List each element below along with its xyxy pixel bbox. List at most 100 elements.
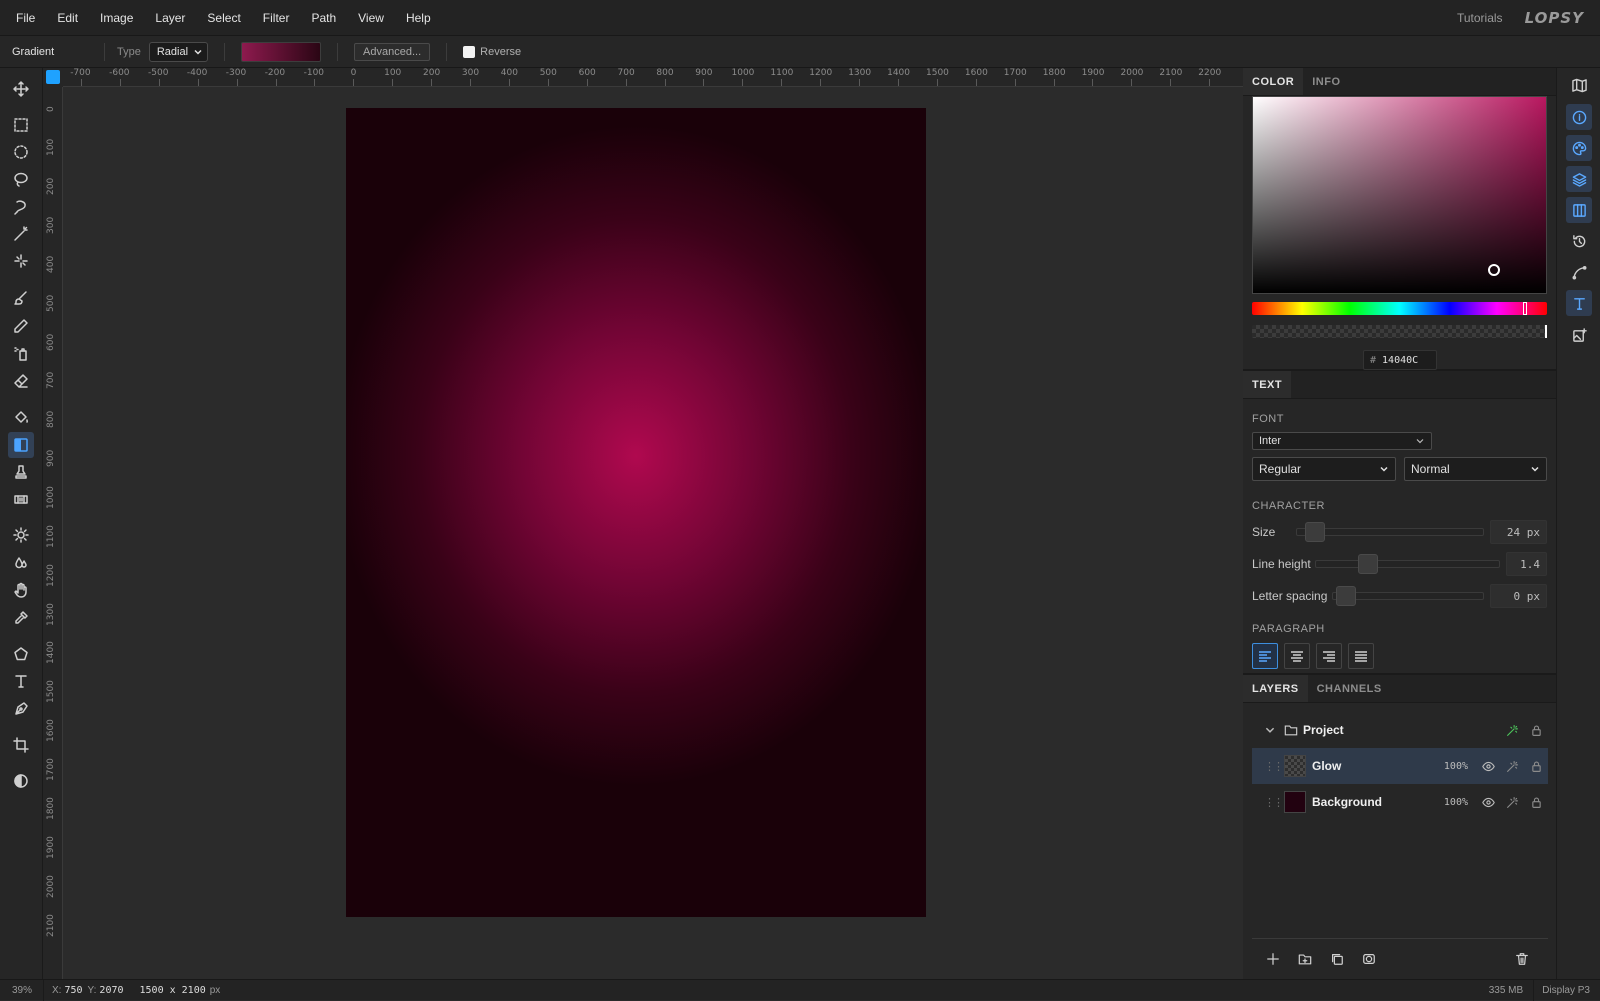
color-picker-handle[interactable]: [1488, 264, 1500, 276]
layer-row[interactable]: ⋮⋮ Glow 100%: [1252, 748, 1548, 784]
align-left-button[interactable]: [1252, 643, 1278, 669]
ruler-origin-marker[interactable]: [46, 70, 60, 84]
dodge-tool[interactable]: [8, 522, 34, 548]
size-input[interactable]: 24 px: [1490, 520, 1547, 544]
magic-wand-tool[interactable]: [8, 221, 34, 247]
lock-icon[interactable]: [1524, 718, 1548, 742]
ruler-corner[interactable]: [43, 68, 63, 87]
channels-panel-toggle[interactable]: [1566, 197, 1592, 223]
horizontal-ruler[interactable]: -700 -600 -500 -400 -300 -200 -100 0 100 200 300 40…: [63, 68, 1243, 87]
menu-edit[interactable]: Edit: [46, 0, 89, 36]
move-tool[interactable]: [8, 76, 34, 102]
add-group-button[interactable]: [1293, 947, 1317, 971]
fill-tool[interactable]: [8, 404, 34, 430]
chevron-down-icon[interactable]: [1264, 724, 1276, 736]
spray-tool[interactable]: [8, 340, 34, 366]
font-style-select[interactable]: Normal: [1404, 457, 1547, 481]
saturation-value-picker[interactable]: [1252, 96, 1547, 294]
tab-channels[interactable]: CHANNELS: [1308, 675, 1391, 702]
menu-view[interactable]: View: [347, 0, 395, 36]
hand-tool[interactable]: [8, 577, 34, 603]
text-panel-toggle[interactable]: [1566, 290, 1592, 316]
font-family-select[interactable]: Inter: [1252, 432, 1432, 450]
menu-path[interactable]: Path: [300, 0, 347, 36]
effects-icon[interactable]: [1500, 754, 1524, 778]
layer-group-row[interactable]: Project: [1252, 712, 1548, 748]
navigator-toggle[interactable]: [1566, 72, 1592, 98]
letter-spacing-input[interactable]: 0 px: [1490, 584, 1547, 608]
image-panel-toggle[interactable]: [1566, 322, 1592, 348]
layer-opacity[interactable]: 100%: [1444, 797, 1468, 808]
alpha-slider[interactable]: [1252, 325, 1547, 338]
history-panel-toggle[interactable]: [1566, 228, 1592, 254]
layer-row[interactable]: ⋮⋮ Background 100%: [1252, 784, 1548, 820]
line-height-input[interactable]: 1.4: [1506, 552, 1547, 576]
lock-icon[interactable]: [1524, 754, 1548, 778]
size-slider[interactable]: [1296, 522, 1484, 542]
text-tool[interactable]: [8, 668, 34, 694]
magnetic-lasso-tool[interactable]: [8, 194, 34, 220]
alpha-slider-handle[interactable]: [1545, 325, 1547, 338]
stamp-tool[interactable]: [8, 459, 34, 485]
eye-icon[interactable]: [1476, 754, 1500, 778]
lock-icon[interactable]: [1524, 790, 1548, 814]
reverse-checkbox[interactable]: [463, 45, 476, 58]
tutorials-link[interactable]: Tutorials: [1457, 11, 1503, 25]
info-panel-toggle[interactable]: [1566, 104, 1592, 130]
paths-panel-toggle[interactable]: [1566, 259, 1592, 285]
duplicate-layer-button[interactable]: [1325, 947, 1349, 971]
hue-slider[interactable]: [1252, 302, 1547, 315]
ellipse-select-tool[interactable]: [8, 139, 34, 165]
document-canvas[interactable]: [346, 108, 926, 917]
menu-layer[interactable]: Layer: [144, 0, 196, 36]
effects-icon[interactable]: [1500, 718, 1524, 742]
font-weight-select[interactable]: Regular: [1252, 457, 1396, 481]
tab-layers[interactable]: LAYERS: [1243, 675, 1308, 702]
line-height-slider[interactable]: [1315, 554, 1500, 574]
vertical-ruler[interactable]: 0 100 200 300 400 500 600 700 800 900 1000 1100 1200…: [43, 87, 63, 979]
align-justify-button[interactable]: [1348, 643, 1374, 669]
blur-tool[interactable]: [8, 550, 34, 576]
menu-image[interactable]: Image: [89, 0, 144, 36]
rect-select-tool[interactable]: [8, 112, 34, 138]
drag-handle-icon[interactable]: ⋮⋮: [1264, 760, 1284, 773]
effects-icon[interactable]: [1500, 790, 1524, 814]
eye-icon[interactable]: [1476, 790, 1500, 814]
letter-spacing-slider[interactable]: [1332, 586, 1484, 606]
hex-input[interactable]: # 14040C: [1363, 350, 1437, 370]
layer-opacity[interactable]: 100%: [1444, 761, 1468, 772]
tab-info[interactable]: INFO: [1303, 68, 1349, 95]
color-panel-toggle[interactable]: [1566, 135, 1592, 161]
add-layer-button[interactable]: [1261, 947, 1285, 971]
brush-tool[interactable]: [8, 285, 34, 311]
hue-slider-handle[interactable]: [1523, 302, 1527, 315]
menu-file[interactable]: File: [0, 0, 46, 36]
zoom-level[interactable]: 39%: [0, 985, 43, 996]
letter-spacing-slider-knob[interactable]: [1336, 586, 1356, 606]
menu-select[interactable]: Select: [196, 0, 251, 36]
lasso-tool[interactable]: [8, 166, 34, 192]
mask-layer-button[interactable]: [1357, 947, 1381, 971]
delete-layer-button[interactable]: [1510, 947, 1534, 971]
drag-handle-icon[interactable]: ⋮⋮: [1264, 796, 1284, 809]
quick-select-tool[interactable]: [8, 248, 34, 274]
size-slider-knob[interactable]: [1305, 522, 1325, 542]
layer-name[interactable]: Background: [1312, 795, 1444, 809]
line-height-slider-knob[interactable]: [1358, 554, 1378, 574]
pencil-tool[interactable]: [8, 313, 34, 339]
adjust-tool[interactable]: [8, 768, 34, 794]
crop-tool[interactable]: [8, 732, 34, 758]
align-right-button[interactable]: [1316, 643, 1342, 669]
layers-panel-toggle[interactable]: [1566, 166, 1592, 192]
canvas-area[interactable]: [63, 87, 1243, 979]
layer-name[interactable]: Glow: [1312, 759, 1444, 773]
align-center-button[interactable]: [1284, 643, 1310, 669]
menu-help[interactable]: Help: [395, 0, 442, 36]
eraser-tool[interactable]: [8, 368, 34, 394]
eyedropper-tool[interactable]: [8, 605, 34, 631]
gradient-preview-swatch[interactable]: [241, 41, 322, 62]
gradient-type-select[interactable]: Radial: [148, 41, 209, 62]
advanced-button[interactable]: Advanced...: [354, 42, 431, 61]
pattern-tool[interactable]: [8, 486, 34, 512]
menu-filter[interactable]: Filter: [252, 0, 301, 36]
